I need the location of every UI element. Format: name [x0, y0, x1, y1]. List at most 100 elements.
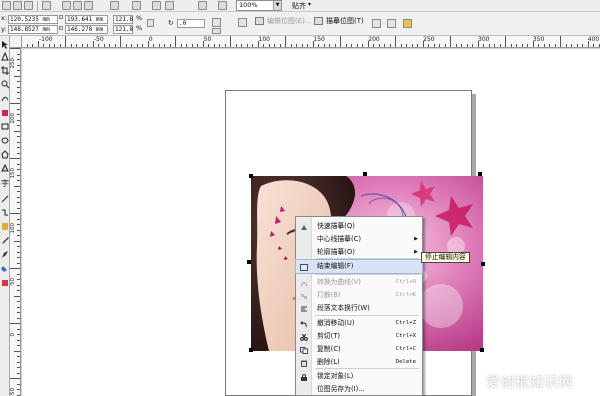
- ruler-number: 150: [10, 168, 16, 179]
- ruler-tick: [17, 301, 20, 302]
- mirror-vertical-icon[interactable]: [212, 28, 221, 34]
- copy-icon: [300, 346, 308, 354]
- menu-item-wrap-paragraph-text[interactable]: 段落文本换行(W): [296, 302, 422, 315]
- ruler-tick: [499, 44, 501, 47]
- blend-tool-icon[interactable]: [1, 222, 9, 231]
- copy-icon[interactable]: [73, 1, 82, 10]
- crop-tool-icon[interactable]: [1, 66, 9, 75]
- interactive-fill-icon[interactable]: [1, 278, 9, 287]
- vertical-ruler[interactable]: 250 200 150 100 50 0 -50: [10, 48, 21, 396]
- menu-item-delete[interactable]: 删除(L) Delete: [296, 356, 422, 369]
- snap-to-menu[interactable]: 贴齐: [292, 1, 306, 11]
- basic-shapes-icon[interactable]: [1, 164, 9, 173]
- welcome-screen-icon[interactable]: [218, 1, 227, 10]
- menu-item-cut[interactable]: 剪切(T) Ctrl+X: [296, 330, 422, 343]
- ruler-tick: [17, 383, 20, 385]
- lock-ratio-icon[interactable]: [147, 19, 154, 27]
- x-position-label: x:: [1, 14, 8, 22]
- paste-icon[interactable]: [84, 1, 93, 10]
- wrap-text-icon[interactable]: [238, 18, 247, 27]
- menu-item-shortcut: Ctrl+X: [395, 333, 416, 339]
- mirror-horizontal-icon[interactable]: [212, 18, 221, 27]
- parallel-dimension-icon[interactable]: [1, 194, 9, 203]
- snap-dropdown-icon[interactable]: ▾: [308, 1, 311, 8]
- ruler-tick: [400, 44, 402, 47]
- ruler-tick: [17, 361, 20, 363]
- application-launcher-icon[interactable]: [198, 1, 207, 10]
- height-icon: [59, 26, 63, 30]
- outline-pen-icon[interactable]: [1, 250, 9, 259]
- ruler-tick: [521, 44, 523, 47]
- menu-item-label: 打散(B): [317, 291, 341, 299]
- menu-item-quick-trace[interactable]: 快速描摹(Q): [296, 220, 422, 233]
- ruler-tick: [131, 44, 132, 47]
- ruler-tick: [14, 75, 20, 77]
- freehand-tool-icon[interactable]: [1, 94, 9, 103]
- selection-handle-top-left[interactable]: [249, 174, 253, 178]
- chevron-down-icon[interactable]: ▼: [273, 1, 281, 10]
- rectangle-tool-icon[interactable]: [1, 122, 9, 131]
- eyedropper-tool-icon[interactable]: [1, 236, 9, 245]
- undo-icon[interactable]: [110, 1, 119, 10]
- menu-item-shortcut: Delete: [395, 359, 416, 365]
- menu-item-save-bitmap-as[interactable]: 位图另存为(I)...: [296, 383, 422, 396]
- ruler-tick: [307, 44, 308, 47]
- cut-icon[interactable]: [62, 1, 71, 10]
- menu-item-label: 快速描摹(Q): [317, 222, 355, 230]
- zoom-level-select[interactable]: 100% ▼: [236, 0, 282, 11]
- shape-tool-icon[interactable]: [1, 52, 9, 61]
- menu-item-centerline-trace[interactable]: 中心线描摹(C) ▶: [296, 233, 422, 246]
- text-tool-icon[interactable]: 字: [1, 178, 9, 187]
- redo-icon[interactable]: [132, 1, 141, 10]
- width-input[interactable]: 193.641 mm: [65, 15, 108, 24]
- horizontal-ruler[interactable]: -100 -50 0 50 100 150 200 250 300 350 400: [10, 36, 600, 48]
- ruler-tick: [17, 163, 20, 165]
- edit-bitmap-button[interactable]: 编辑位图(E)...: [255, 15, 312, 27]
- scale-x-input[interactable]: 121.8: [113, 15, 133, 24]
- selection-handle-top-middle[interactable]: [363, 172, 367, 176]
- menu-item-outline-trace[interactable]: 轮廓描摹(O) ▶: [296, 246, 422, 259]
- menu-item-undo-move[interactable]: 撤消移动(U) Ctrl+Z: [296, 317, 422, 330]
- selection-handle-bottom-left[interactable]: [249, 348, 253, 352]
- menu-item-copy[interactable]: 复制(C) Ctrl+C: [296, 343, 422, 356]
- open-icon[interactable]: [13, 1, 22, 10]
- scale-y-input[interactable]: 121.8: [113, 25, 133, 34]
- selection-handle-top-right[interactable]: [478, 172, 482, 176]
- ruler-tick: [235, 44, 237, 47]
- ruler-tick: [422, 41, 424, 47]
- pick-tool-icon[interactable]: [1, 40, 9, 49]
- import-icon[interactable]: [152, 1, 161, 10]
- crop-bitmap-icon[interactable]: [372, 19, 381, 28]
- menu-item-lock-object[interactable]: 锁定对象(L): [296, 370, 422, 383]
- ruler-tick: [395, 36, 396, 47]
- menu-item-finish-editing[interactable]: 结束编辑(F): [295, 259, 423, 274]
- bitmap-color-mask-icon[interactable]: [403, 19, 412, 28]
- selection-handle-middle-right[interactable]: [481, 262, 485, 266]
- rotation-input[interactable]: .0: [177, 19, 205, 28]
- ruler-number: -50: [10, 388, 16, 396]
- fill-tool-icon[interactable]: [1, 264, 9, 273]
- print-icon[interactable]: [42, 1, 51, 10]
- x-position-input[interactable]: 120.5235 mm: [8, 15, 58, 24]
- save-icon[interactable]: [24, 1, 33, 10]
- selection-handle-middle-left[interactable]: [247, 260, 251, 264]
- cut-icon: [300, 333, 308, 341]
- ruler-tick: [17, 372, 20, 374]
- y-position-input[interactable]: 148.8527 mm: [8, 25, 58, 34]
- ellipse-tool-icon[interactable]: [1, 136, 9, 145]
- resample-icon[interactable]: [387, 19, 396, 28]
- ruler-tick: [32, 44, 33, 47]
- new-document-icon[interactable]: [2, 1, 11, 10]
- connector-tool-icon[interactable]: [1, 208, 9, 217]
- polygon-tool-icon[interactable]: [1, 150, 9, 159]
- menu-item-convert-to-curves[interactable]: 转换为曲线(V) Ctrl+Q: [296, 276, 422, 289]
- delete-icon: [300, 359, 308, 367]
- smart-fill-icon[interactable]: [1, 108, 9, 117]
- zoom-tool-icon[interactable]: [1, 80, 9, 89]
- menu-item-break-apart[interactable]: 打散(B) Ctrl+K: [296, 289, 422, 302]
- ruler-origin[interactable]: [10, 36, 22, 48]
- height-input[interactable]: 146.278 mm: [65, 25, 108, 34]
- trace-bitmap-button[interactable]: 描摹位图(T): [314, 15, 364, 27]
- selection-handle-bottom-right[interactable]: [480, 348, 484, 352]
- export-icon[interactable]: [165, 1, 174, 10]
